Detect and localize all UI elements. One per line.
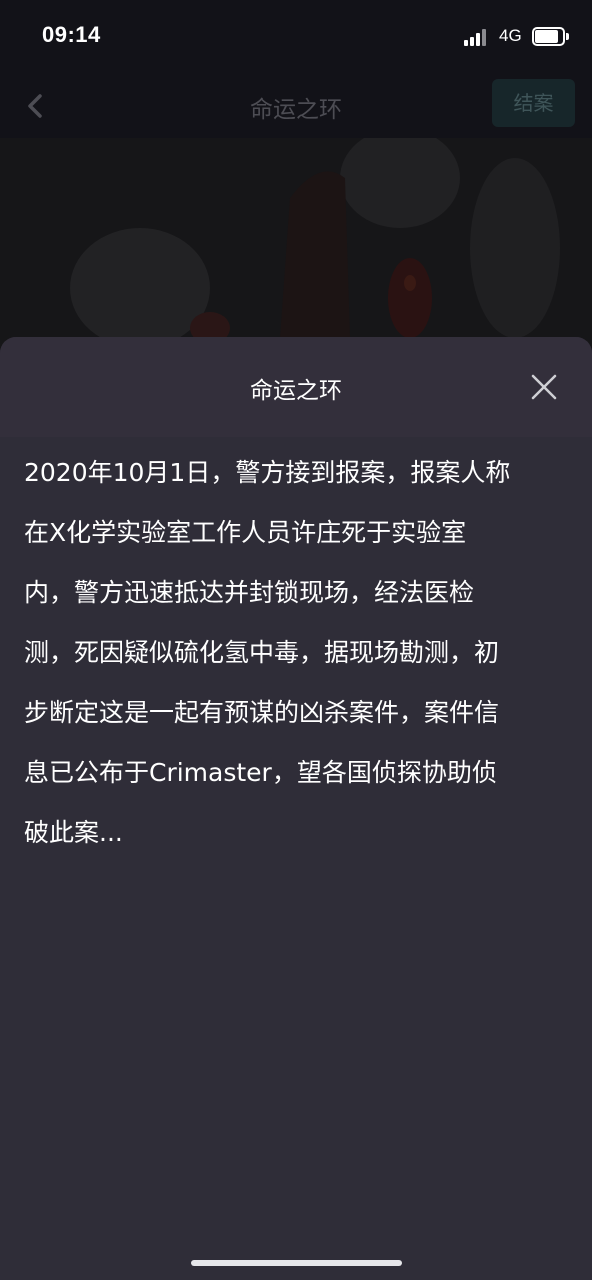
description-line: 2020年10月1日，警方接到报案，报案人称 — [24, 458, 511, 487]
nav-bar: 命运之环 结案 — [0, 74, 592, 138]
sheet-header: 命运之环 — [0, 337, 592, 437]
description-line: 在X化学实验室工作人员许庄死于实验室 — [24, 518, 467, 547]
description-line: 步断定这是一起有预谋的凶杀案件，案件信 — [24, 698, 500, 727]
description-line: 息已公布于Crimaster，望各国侦探协助侦 — [24, 758, 497, 787]
signal-icon — [464, 28, 490, 46]
description-line: 测，死因疑似硫化氢中毒，据现场勘测，初 — [24, 638, 500, 667]
network-label: 4G — [499, 26, 522, 45]
close-icon — [531, 374, 557, 400]
status-bar: 09:14 4G — [0, 0, 592, 74]
case-description: 2020年10月1日，警方接到报案，报案人称 在X化学实验室工作人员许庄死于实验… — [24, 443, 572, 863]
close-button[interactable] — [526, 369, 562, 405]
status-time: 09:14 — [42, 22, 101, 47]
description-line: 内，警方迅速抵达并封锁现场，经法医检 — [24, 578, 475, 607]
close-case-button[interactable]: 结案 — [492, 79, 575, 127]
home-indicator[interactable] — [191, 1260, 402, 1266]
description-line: 破此案... — [24, 818, 123, 847]
scene-image — [0, 138, 592, 358]
case-intro-sheet: 命运之环 2020年10月1日，警方接到报案，报案人称 在X化学实验室工作人员许… — [0, 337, 592, 1280]
battery-icon — [532, 27, 570, 47]
sheet-title: 命运之环 — [250, 378, 342, 404]
